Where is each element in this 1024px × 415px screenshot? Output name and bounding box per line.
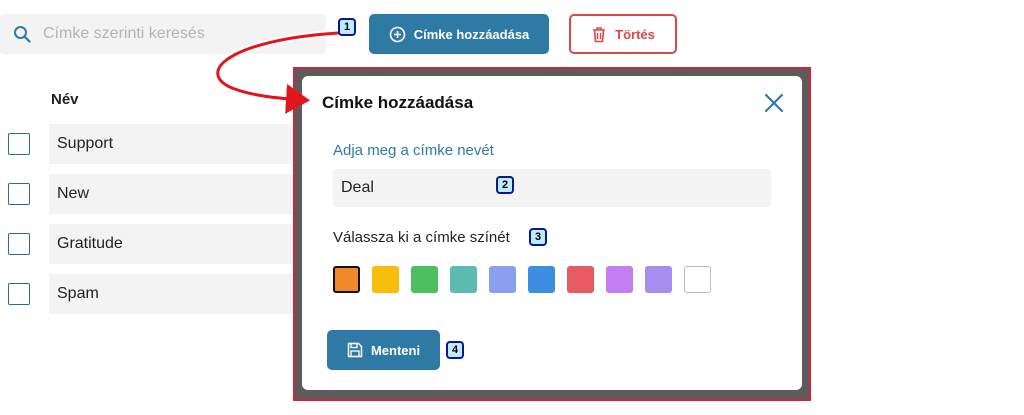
add-tag-modal: Címke hozzáadása Adja meg a címke nevét … [302,76,802,390]
trash-icon [593,26,606,42]
row-checkbox[interactable] [8,283,30,305]
search-bar[interactable] [0,14,326,54]
floppy-disk-icon [347,342,363,358]
color-swatch[interactable] [528,266,555,293]
table-row: Support [8,124,308,164]
callout-badge-1: 1 [338,18,356,36]
color-swatch[interactable] [372,266,399,293]
table-row: New [8,174,308,214]
search-input[interactable] [41,24,305,44]
tag-color-label: Válassza ki a címke színét [333,229,510,246]
row-label[interactable]: New [49,174,308,214]
row-checkbox[interactable] [8,233,30,255]
delete-button-label: Törtés [615,26,655,42]
save-button[interactable]: Menteni [327,330,440,370]
callout-badge-4: 4 [446,341,464,359]
color-swatch[interactable] [333,266,360,293]
color-swatch[interactable] [567,266,594,293]
row-checkbox[interactable] [8,183,30,205]
color-swatch[interactable] [450,266,477,293]
color-swatch[interactable] [645,266,672,293]
add-tag-button[interactable]: Címke hozzáadása [369,14,549,54]
callout-badge-2: 2 [496,176,514,194]
row-checkbox[interactable] [8,133,30,155]
tag-name-label: Adja meg a címke nevét [333,142,494,159]
save-button-label: Menteni [370,342,421,358]
color-swatches [333,266,711,293]
table-row: Spam [8,274,308,314]
column-header-name: Név [51,91,79,108]
delete-button[interactable]: Törtés [569,14,677,54]
row-label[interactable]: Spam [49,274,308,314]
table-row: Gratitude [8,224,308,264]
color-swatch[interactable] [684,266,711,293]
color-swatch[interactable] [489,266,516,293]
row-label[interactable]: Support [49,124,308,164]
callout-badge-3: 3 [529,228,547,246]
color-swatch[interactable] [411,266,438,293]
tag-name-input[interactable] [333,169,771,207]
modal-title: Címke hozzáadása [322,93,474,112]
row-label[interactable]: Gratitude [49,224,308,264]
color-swatch[interactable] [606,266,633,293]
close-icon[interactable] [762,91,786,115]
plus-circle-icon [389,26,405,42]
search-icon [14,26,31,43]
add-tag-button-label: Címke hozzáadása [413,26,530,42]
